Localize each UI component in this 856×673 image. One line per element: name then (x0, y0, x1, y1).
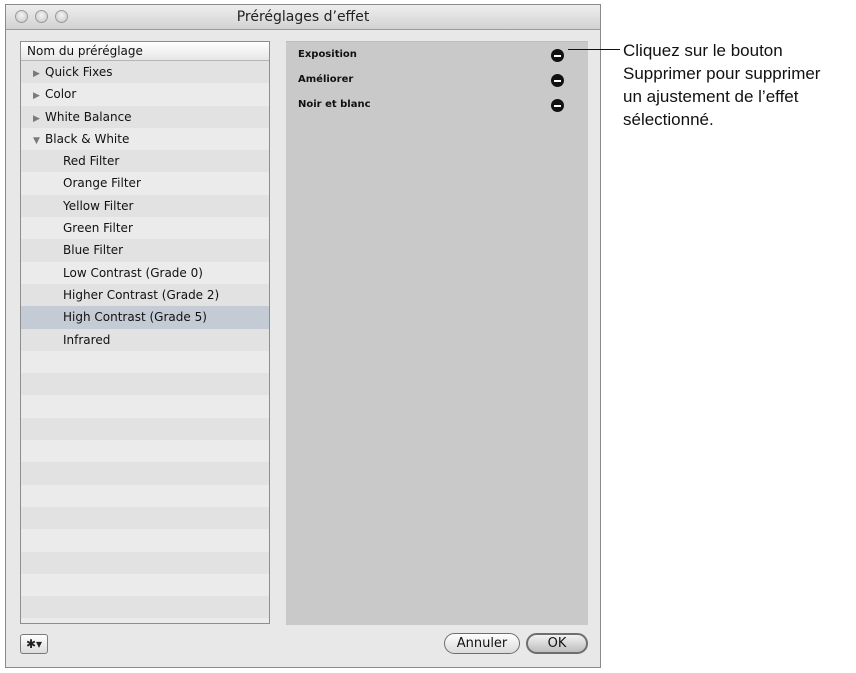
empty-row (21, 551, 269, 574)
callout-text: Cliquez sur le bouton Supprimer pour sup… (623, 41, 821, 129)
preset-rows: ▶ Quick Fixes ▶ Color ▶ White Balance ▼ Black &… (21, 61, 269, 619)
window-title: Préréglages d’effet (236, 9, 370, 25)
preset-row[interactable]: Low Contrast (Grade 0) (21, 261, 269, 284)
preset-label: Higher Contrast (Grade 2) (63, 287, 220, 302)
adjustment-label: Améliorer (298, 74, 354, 85)
empty-row (21, 395, 269, 418)
remove-adjustment-button[interactable] (551, 49, 564, 62)
disclosure-collapsed-icon[interactable]: ▶ (33, 85, 45, 107)
preset-label: Color (45, 87, 77, 102)
preset-list-header[interactable]: Nom du préréglage (21, 42, 269, 61)
preset-label: White Balance (45, 109, 132, 124)
ok-button[interactable]: OK (526, 633, 588, 654)
empty-row (21, 417, 269, 441)
preset-label: Quick Fixes (45, 65, 113, 79)
preset-list[interactable]: Nom du préréglage ▶ Quick Fixes ▶ Color ▶ Whi… (20, 41, 270, 624)
remove-adjustment-button[interactable] (551, 74, 564, 87)
preset-group-row[interactable]: ▶ White Balance (21, 105, 269, 130)
action-menu-button[interactable]: ✱▾ (20, 634, 48, 654)
empty-row (21, 350, 269, 374)
preset-label: Blue Filter (63, 243, 124, 258)
preset-label: Green Filter (63, 221, 133, 236)
adjustment-row: Noir et blanc (298, 98, 576, 116)
preset-label: Low Contrast (Grade 0) (63, 265, 203, 280)
preset-row[interactable]: Yellow Filter (21, 194, 269, 218)
disclosure-collapsed-icon[interactable]: ▶ (33, 63, 45, 85)
preset-row[interactable]: High Contrast (Grade 5) (21, 306, 269, 329)
preset-label: High Contrast (Grade 5) (63, 310, 207, 325)
empty-row (21, 573, 269, 597)
adjustment-row: Améliorer (298, 73, 576, 91)
adjustment-label: Noir et blanc (298, 99, 371, 110)
empty-row (21, 484, 269, 507)
preset-row[interactable]: Infrared (21, 328, 269, 351)
title-bar[interactable]: Préréglages d’effet (6, 5, 600, 30)
preset-label: Orange Filter (63, 176, 141, 191)
preset-label: Yellow Filter (63, 198, 134, 213)
adjustment-row: Exposition (298, 48, 576, 66)
disclosure-expanded-icon[interactable]: ▼ (33, 130, 45, 152)
preset-row[interactable]: Higher Contrast (Grade 2) (21, 283, 269, 307)
preset-group-row[interactable]: ▼ Black & White (21, 127, 269, 152)
preset-row[interactable]: Orange Filter (21, 172, 269, 195)
preset-row[interactable]: Blue Filter (21, 239, 269, 262)
adjustments-panel: Exposition Améliorer Noir et blanc (286, 41, 588, 625)
preset-row[interactable]: Red Filter (21, 150, 269, 173)
bottom-bar: ✱▾ Annuler OK (6, 625, 600, 669)
empty-row (21, 462, 269, 485)
preset-label: Infrared (63, 332, 111, 347)
preset-row[interactable]: Green Filter (21, 217, 269, 240)
empty-row (21, 373, 269, 396)
effect-presets-window: Préréglages d’effet Nom du préréglage ▶ Q… (5, 4, 601, 668)
empty-row (21, 529, 269, 552)
callout-line (568, 49, 620, 50)
empty-row (21, 440, 269, 463)
preset-label: Black & White (45, 131, 130, 146)
empty-row (21, 506, 269, 530)
disclosure-collapsed-icon[interactable]: ▶ (33, 108, 45, 130)
preset-group-row[interactable]: ▶ Quick Fixes (21, 61, 269, 85)
cancel-button[interactable]: Annuler (444, 633, 520, 654)
preset-label: Red Filter (63, 154, 120, 169)
remove-adjustment-button[interactable] (551, 99, 564, 112)
adjustment-label: Exposition (298, 49, 357, 60)
empty-row (21, 596, 269, 619)
preset-group-row[interactable]: ▶ Color (21, 83, 269, 107)
